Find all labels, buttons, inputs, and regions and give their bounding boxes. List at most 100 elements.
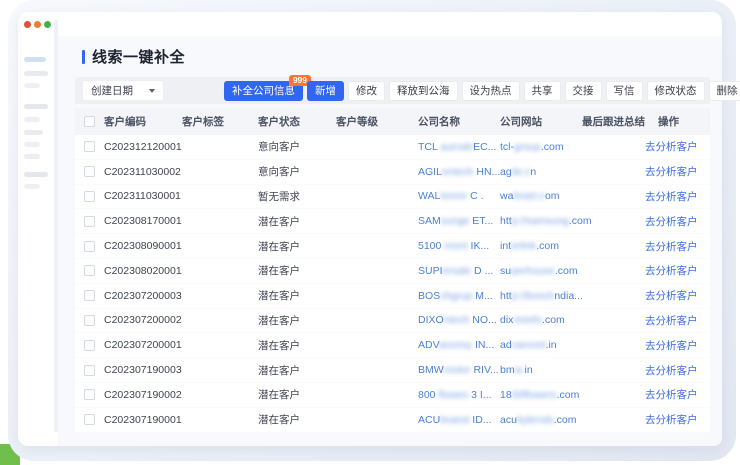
company-name-link[interactable]: SUPIersale D ... bbox=[418, 265, 500, 277]
release-to-public-button[interactable]: 释放到公海 bbox=[389, 81, 458, 101]
customer-code-cell: C202307190001 bbox=[104, 414, 182, 426]
row-checkbox[interactable] bbox=[84, 389, 95, 400]
modify-status-button[interactable]: 修改状态 bbox=[647, 81, 705, 101]
company-website-link[interactable]: tcl-group.com bbox=[500, 141, 582, 153]
company-website-link[interactable]: advanced.in bbox=[500, 339, 582, 351]
customer-status-cell: 潜在客户 bbox=[258, 288, 336, 303]
company-website-link[interactable]: agile.cn bbox=[500, 166, 582, 178]
company-name-link[interactable]: BMWmotor RIV... bbox=[418, 364, 500, 376]
redacted-text: p://bosch bbox=[512, 290, 555, 302]
handover-button[interactable]: 交接 bbox=[565, 81, 602, 101]
company-name-link[interactable]: DIXOntech NO... bbox=[418, 314, 500, 326]
column-header-8: 操作 bbox=[640, 114, 710, 129]
customer-status-cell: 意向客户 bbox=[258, 164, 336, 179]
button-label: 交接 bbox=[573, 83, 594, 98]
company-website-link[interactable]: walmart.com bbox=[500, 190, 582, 202]
visible-text: htt bbox=[500, 290, 512, 302]
row-checkbox[interactable] bbox=[84, 365, 95, 376]
analyze-customer-link[interactable]: 去分析客户 bbox=[640, 214, 710, 229]
row-checkbox[interactable] bbox=[84, 315, 95, 326]
row-checkbox[interactable] bbox=[84, 290, 95, 301]
analyze-customer-link[interactable]: 去分析客户 bbox=[640, 263, 710, 278]
complete-company-info-button[interactable]: 补全公司信息999 bbox=[224, 81, 303, 101]
sidebar-skeleton bbox=[18, 12, 54, 446]
customer-status-cell: 暂无需求 bbox=[258, 189, 336, 204]
redacted-text: braind bbox=[440, 414, 472, 426]
analyze-customer-link[interactable]: 去分析客户 bbox=[640, 338, 710, 353]
row-checkbox[interactable] bbox=[84, 191, 95, 202]
sidebar-item[interactable] bbox=[24, 172, 48, 177]
company-name-link[interactable]: 800 flowes 3 I... bbox=[418, 389, 500, 401]
visible-text: wa bbox=[500, 190, 513, 202]
add-new-button[interactable]: 新增 bbox=[307, 81, 344, 101]
company-website-link[interactable]: superhouse.com bbox=[500, 265, 582, 277]
modify-button[interactable]: 修改 bbox=[348, 81, 385, 101]
company-website-link[interactable]: 1800flowers.com bbox=[500, 389, 582, 401]
company-name-link[interactable]: AGILentech HN... bbox=[418, 166, 500, 178]
redacted-text: oninfo bbox=[513, 314, 542, 326]
row-checkbox[interactable] bbox=[84, 241, 95, 252]
table-row: C202307190002潜在客户800 flowes 3 I...1800fl… bbox=[75, 383, 710, 408]
company-website-link[interactable]: http://boschndia... bbox=[500, 290, 582, 302]
customer-code-cell: C202311030001 bbox=[104, 190, 182, 202]
sidebar-item[interactable] bbox=[24, 154, 40, 159]
analyze-customer-link[interactable]: 去分析客户 bbox=[640, 387, 710, 402]
set-hotspot-button[interactable]: 设为热点 bbox=[462, 81, 520, 101]
visible-text: IN... bbox=[475, 339, 494, 351]
row-checkbox[interactable] bbox=[84, 166, 95, 177]
visible-text: AGIL bbox=[418, 166, 442, 178]
visible-text: ET... bbox=[472, 215, 493, 227]
company-name-link[interactable]: TCL aurndeEC... bbox=[418, 141, 500, 153]
delete-button[interactable]: 删除 bbox=[709, 81, 740, 101]
create-date-filter-dropdown[interactable]: 创建日期 bbox=[82, 80, 164, 101]
write-letter-button[interactable]: 写信 bbox=[606, 81, 643, 101]
row-checkbox[interactable] bbox=[84, 414, 95, 425]
row-checkbox[interactable] bbox=[84, 340, 95, 351]
company-name-link[interactable]: ADVancesy IN... bbox=[418, 339, 500, 351]
analyze-customer-link[interactable]: 去分析客户 bbox=[640, 189, 710, 204]
visible-text: DIXO bbox=[418, 314, 444, 326]
visible-text: M... bbox=[475, 290, 493, 302]
sidebar-item[interactable] bbox=[24, 71, 48, 76]
share-button[interactable]: 共享 bbox=[524, 81, 561, 101]
visible-text: WAL bbox=[418, 190, 440, 202]
sidebar-item[interactable] bbox=[24, 104, 48, 109]
company-website-link[interactable]: http://samsung.com bbox=[500, 215, 582, 227]
company-name-link[interactable]: WALtonmr C . bbox=[418, 190, 500, 202]
lead-table-panel: 创建日期 补全公司信息999新增修改释放到公海设为热点共享交接写信修改状态删除更… bbox=[75, 77, 710, 433]
row-checkbox[interactable] bbox=[84, 141, 95, 152]
visible-text: n bbox=[530, 166, 536, 178]
sidebar-item[interactable] bbox=[24, 117, 40, 122]
sidebar-item[interactable] bbox=[24, 83, 40, 88]
analyze-customer-link[interactable]: 去分析客户 bbox=[640, 313, 710, 328]
sidebar-item-active[interactable] bbox=[24, 57, 46, 62]
row-checkbox[interactable] bbox=[84, 216, 95, 227]
sidebar-item[interactable] bbox=[24, 184, 40, 189]
company-name-link[interactable]: ACUbraind ID... bbox=[418, 414, 500, 426]
analyze-customer-link[interactable]: 去分析客户 bbox=[640, 412, 710, 427]
analyze-customer-link[interactable]: 去分析客户 bbox=[640, 363, 710, 378]
redacted-text: erlink bbox=[511, 240, 536, 252]
company-website-link[interactable]: bmw.in bbox=[500, 364, 582, 376]
select-all-checkbox[interactable] bbox=[84, 116, 95, 127]
analyze-customer-link[interactable]: 去分析客户 bbox=[640, 139, 710, 154]
customer-code-cell: C202307190003 bbox=[104, 364, 182, 376]
redacted-text: ancesy bbox=[439, 339, 475, 351]
redacted-text: p://samsung bbox=[512, 215, 569, 227]
company-name-link[interactable]: SAMsunge ET... bbox=[418, 215, 500, 227]
row-checkbox[interactable] bbox=[84, 265, 95, 276]
company-name-link[interactable]: BOSchgrup M... bbox=[418, 290, 500, 302]
visible-text: .com bbox=[555, 265, 578, 277]
analyze-customer-link[interactable]: 去分析客户 bbox=[640, 239, 710, 254]
company-website-link[interactable]: dixoninfo.com bbox=[500, 314, 582, 326]
analyze-customer-link[interactable]: 去分析客户 bbox=[640, 288, 710, 303]
redacted-text: ntech bbox=[444, 314, 473, 326]
company-website-link[interactable]: acuitybrnds.com bbox=[500, 414, 582, 426]
redacted-text: 00flowers bbox=[512, 389, 557, 401]
redacted-text: entech bbox=[442, 166, 476, 178]
company-name-link[interactable]: 5100 mont IK... bbox=[418, 240, 500, 252]
sidebar-item[interactable] bbox=[24, 130, 43, 135]
company-website-link[interactable]: interlink.com bbox=[500, 240, 582, 252]
sidebar-item[interactable] bbox=[24, 142, 40, 147]
analyze-customer-link[interactable]: 去分析客户 bbox=[640, 164, 710, 179]
